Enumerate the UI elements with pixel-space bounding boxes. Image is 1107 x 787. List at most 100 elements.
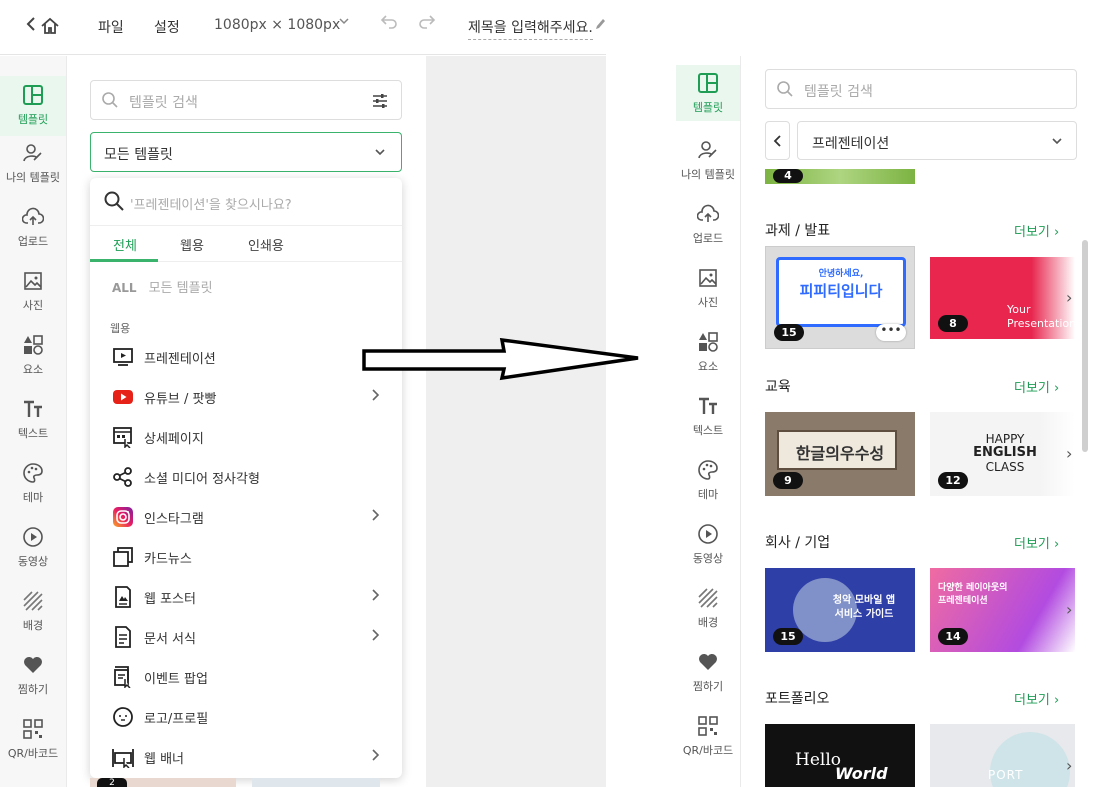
select-value: 프레젠테이션: [812, 136, 890, 152]
sidebar-item-label: 요소: [22, 363, 44, 376]
dropdown-search-input[interactable]: '프레젠테이션'을 찾으시나요?: [90, 178, 402, 226]
chevron-down-icon[interactable]: [338, 15, 350, 30]
sidebar-item-theme[interactable]: 테마: [676, 459, 740, 519]
qr-icon: [698, 716, 718, 736]
menu-item-card-news[interactable]: 카드뉴스: [90, 537, 402, 577]
template-thumbnail[interactable]: HAPPY ENGLISH CLASS 12: [930, 412, 1075, 496]
sidebar-item-qr[interactable]: QR/바코드: [676, 715, 740, 775]
redo-icon[interactable]: [418, 13, 436, 34]
sidebar-item-label: 텍스트: [17, 427, 49, 440]
sidebar-item-label: 동영상: [692, 552, 724, 565]
template-thumbnail[interactable]: Your Presentation 8: [930, 257, 1075, 339]
sidebar-item-label: 업로드: [17, 235, 49, 248]
sidebar-item-background[interactable]: 배경: [0, 590, 66, 650]
menu-item-instagram[interactable]: 인스타그램: [90, 497, 402, 537]
template-thumbnail[interactable]: PORT: [930, 724, 1075, 787]
see-more-link[interactable]: 더보기 ›: [1014, 533, 1059, 552]
chevron-right-icon[interactable]: ›: [1066, 444, 1072, 463]
all-templates-option[interactable]: ALL 모든 템플릿: [112, 277, 213, 296]
all-badge: ALL: [112, 281, 137, 295]
sidebar-item-background[interactable]: 배경: [676, 587, 740, 647]
template-search-input[interactable]: 템플릿 검색: [765, 69, 1077, 109]
tab-web[interactable]: 웹용: [180, 235, 204, 254]
search-icon: [777, 81, 793, 97]
see-more-link[interactable]: 더보기 ›: [1014, 689, 1059, 708]
filter-icon[interactable]: [371, 92, 389, 110]
template-search-input[interactable]: 템플릿 검색: [90, 80, 402, 120]
canvas-size-select[interactable]: 1080px × 1080px: [214, 17, 340, 33]
sidebar-item-upload[interactable]: 업로드: [676, 203, 740, 263]
sidebar-item-qr[interactable]: QR/바코드: [0, 718, 66, 778]
template-thumbnail[interactable]: 다양한 레이아웃의 프레젠테이션 14: [930, 568, 1075, 652]
chevron-right-icon[interactable]: ›: [1066, 600, 1072, 619]
template-category-select[interactable]: 모든 템플릿: [90, 132, 402, 172]
sidebar-item-upload[interactable]: 업로드: [0, 206, 66, 266]
popup-icon: [114, 666, 131, 688]
template-thumbnail[interactable]: 안녕하세요, 피피티입니다 15 •••: [765, 246, 915, 349]
chevron-right-icon[interactable]: ›: [1066, 288, 1072, 307]
sidebar-item-favorites[interactable]: 찜하기: [0, 654, 66, 714]
sidebar-item-my-template[interactable]: 나의 템플릿: [676, 139, 740, 199]
sidebar-item-favorites[interactable]: 찜하기: [676, 651, 740, 711]
layout-icon: [23, 85, 43, 105]
palette-icon: [698, 460, 718, 480]
menu-item-youtube[interactable]: 유튜브 / 팟빵: [90, 377, 402, 417]
sidebar-item-video[interactable]: 동영상: [676, 523, 740, 583]
heart-icon: [699, 654, 717, 670]
sidebar-item-video[interactable]: 동영상: [0, 526, 66, 586]
category-back-button[interactable]: [765, 121, 790, 160]
menu-item-detail-page[interactable]: 상세페이지: [90, 417, 402, 457]
document-icon: [115, 626, 131, 648]
undo-icon[interactable]: [380, 13, 398, 34]
chevron-right-icon[interactable]: ›: [1066, 756, 1072, 775]
see-more-link[interactable]: 더보기 ›: [1014, 377, 1059, 396]
thumbnail-text: PORT: [988, 768, 1024, 782]
menu-item-presentation[interactable]: 프레젠테이션: [90, 337, 402, 377]
menu-item-web-banner[interactable]: 웹 배너: [90, 737, 402, 777]
sidebar-item-theme[interactable]: 테마: [0, 462, 66, 522]
sidebar-item-label: QR/바코드: [682, 744, 734, 757]
sidebar-item-elements[interactable]: 요소: [676, 331, 740, 391]
sidebar-item-elements[interactable]: 요소: [0, 334, 66, 394]
sidebar-item-text[interactable]: 텍스트: [676, 395, 740, 455]
youtube-icon: [113, 390, 133, 404]
sidebar-item-template[interactable]: 템플릿: [676, 65, 740, 121]
back-button[interactable]: [26, 16, 36, 37]
sidebar-item-my-template[interactable]: 나의 템플릿: [0, 142, 66, 202]
settings-menu[interactable]: 설정: [154, 17, 180, 37]
sidebar-item-photo[interactable]: 사진: [0, 270, 66, 330]
see-more-link[interactable]: 더보기 ›: [1014, 221, 1059, 240]
elements-icon: [24, 335, 43, 355]
menu-item-web-poster[interactable]: 웹 포스터: [90, 577, 402, 617]
menu-item-document[interactable]: 문서 서식: [90, 617, 402, 657]
sidebar-item-text[interactable]: 텍스트: [0, 398, 66, 458]
tab-print[interactable]: 인쇄용: [248, 235, 284, 254]
chevron-right-icon: [372, 629, 380, 641]
menu-item-event-popup[interactable]: 이벤트 팝업: [90, 657, 402, 697]
count-badge: 9: [773, 472, 803, 489]
template-thumbnail[interactable]: Hello World: [765, 724, 915, 787]
see-more-label: 더보기: [1014, 537, 1050, 552]
tab-all[interactable]: 전체: [113, 235, 137, 254]
menu-item-logo-profile[interactable]: 로고/프로필: [90, 697, 402, 737]
menu-item-social-square[interactable]: 소셜 미디어 정사각형: [90, 457, 402, 497]
home-icon[interactable]: [40, 16, 60, 40]
sidebar-item-photo[interactable]: 사진: [676, 267, 740, 327]
template-thumbnail[interactable]: 4: [765, 169, 915, 184]
more-options-button[interactable]: •••: [876, 324, 906, 341]
file-menu[interactable]: 파일: [98, 17, 124, 37]
section-title: 회사 / 기업: [765, 535, 831, 551]
search-placeholder: 템플릿 검색: [804, 84, 873, 100]
menu-item-label: 로고/프로필: [144, 712, 209, 727]
title-input[interactable]: 제목을 입력해주세요.: [468, 17, 593, 40]
sidebar-item-template[interactable]: 템플릿: [0, 76, 66, 136]
elements-icon: [699, 332, 718, 352]
scrollbar[interactable]: [1082, 240, 1088, 452]
instagram-icon: [113, 507, 133, 527]
category-select[interactable]: 프레젠테이션: [797, 121, 1077, 160]
search-placeholder: 템플릿 검색: [129, 95, 198, 111]
template-thumbnail[interactable]: 청악 모바일 앱 서비스 가이드 15: [765, 568, 915, 652]
template-thumbnail[interactable]: 한글의우수성 9: [765, 412, 915, 496]
chevron-right-icon: [372, 389, 380, 401]
sidebar-item-label: 나의 템플릿: [680, 168, 736, 181]
